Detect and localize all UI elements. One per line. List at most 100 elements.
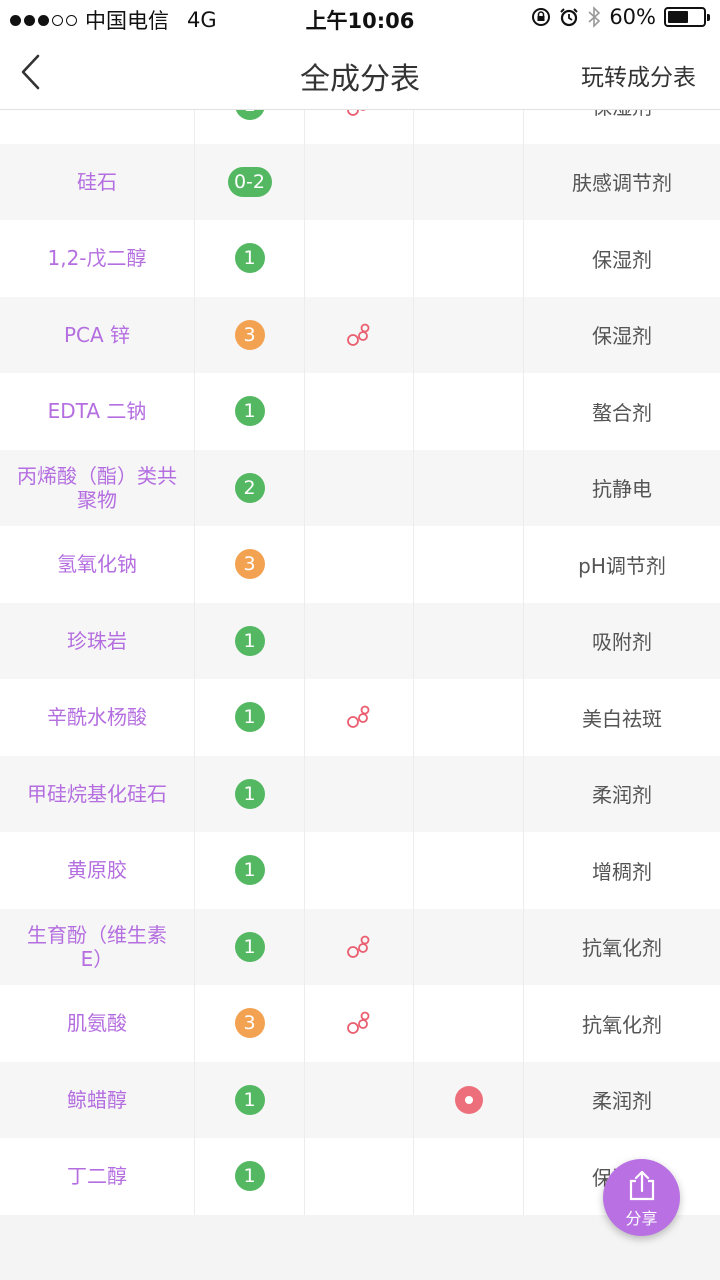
ingredient-name[interactable]: 甲硅烷基化硅石: [0, 755, 195, 832]
acne-risk-cell: [305, 373, 414, 450]
table-row[interactable]: 辛酰水杨酸 1 美白祛斑: [0, 679, 720, 756]
ingredient-use: 保湿剂: [592, 247, 652, 272]
risk-cell: [414, 832, 524, 909]
safety-score-cell: 3: [195, 985, 305, 1062]
nav-bar: 全成分表 玩转成分表: [0, 36, 720, 110]
ingredient-use: 螯合剂: [592, 400, 652, 425]
safety-score-cell: 2: [195, 449, 305, 526]
ingredient-name[interactable]: 珍珠岩: [0, 602, 195, 679]
table-row[interactable]: 生育酚（维生素E） 1 抗氧化剂: [0, 908, 720, 985]
ingredient-name[interactable]: 黄原胶: [0, 832, 195, 909]
ingredient-name[interactable]: 辛酰水杨酸: [0, 679, 195, 756]
ingredient-name[interactable]: 氢氧化钠: [0, 526, 195, 603]
acne-risk-icon: [347, 935, 370, 958]
safety-score-badge: 1: [234, 702, 265, 733]
battery-level: [668, 11, 689, 23]
safety-score-badge: 1: [234, 396, 265, 427]
acne-risk-cell: [305, 220, 414, 297]
status-right: 60%: [531, 5, 710, 29]
acne-risk-cell: [305, 526, 414, 603]
safety-score-badge: 1: [234, 625, 265, 656]
ingredient-use: 抗静电: [592, 477, 652, 502]
safety-score-badge: 3: [234, 319, 265, 350]
safety-score-cell: 3: [195, 296, 305, 373]
risk-cell: [414, 985, 524, 1062]
share-button[interactable]: 分享: [603, 1159, 680, 1236]
ingredient-use: 肤感调节剂: [572, 171, 672, 196]
share-label: 分享: [625, 1209, 658, 1228]
ingredient-use: 抗氧化剂: [582, 936, 662, 961]
acne-risk-cell: [305, 602, 414, 679]
rotation-lock-icon: [532, 8, 551, 26]
bluetooth-icon: [588, 6, 601, 28]
acne-risk-icon: [347, 705, 370, 729]
safety-score-badge: 1: [234, 778, 265, 809]
ingredient-name[interactable]: PCA 锌: [0, 296, 195, 373]
safety-score-cell: 1: [195, 1061, 305, 1138]
safety-score-cell: 0-2: [195, 143, 305, 220]
ingredient-name[interactable]: 生育酚（维生素E）: [0, 908, 195, 985]
ingredient-name[interactable]: EDTA 二钠: [0, 373, 195, 450]
ingredient-use: 增稠剂: [592, 859, 652, 884]
share-icon: [629, 1170, 655, 1201]
table-row[interactable]: PCA 锌 3 保湿剂: [0, 296, 720, 373]
acne-risk-cell: [305, 296, 414, 373]
safety-score-badge: 1: [234, 855, 265, 886]
table-row[interactable]: 鲸蜡醇 1 柔润剂: [0, 1061, 720, 1138]
safety-score-badge: 1: [234, 931, 265, 962]
ingredient-name[interactable]: 鲸蜡醇: [0, 1061, 195, 1138]
risk-cell: [414, 602, 524, 679]
safety-score-cell: 1: [195, 602, 305, 679]
table-row[interactable]: 1,2-戊二醇 1 保湿剂: [0, 220, 720, 297]
guide-link[interactable]: 玩转成分表: [581, 58, 696, 92]
table-row[interactable]: 甲硅烷基化硅石 1 柔润剂: [0, 755, 720, 832]
table-row[interactable]: 肌氨酸 3 抗氧化剂: [0, 985, 720, 1062]
ingredient-use: 吸附剂: [592, 630, 652, 655]
ingredient-name[interactable]: 肌氨酸: [0, 985, 195, 1062]
table-row[interactable]: 氢氧化钠 3 pH调节剂: [0, 526, 720, 603]
safety-score-cell: 3: [195, 526, 305, 603]
ingredient-use: 美白祛斑: [582, 706, 662, 731]
risk-cell: [414, 296, 524, 373]
ingredient-use: 柔润剂: [592, 783, 652, 808]
table-row[interactable]: 黄原胶 1 增稠剂: [0, 832, 720, 909]
safety-score-badge: 3: [234, 1008, 265, 1039]
risk-cell: [414, 1061, 524, 1138]
safety-score-cell: 1: [195, 220, 305, 297]
acne-risk-cell: [305, 985, 414, 1062]
acne-risk-icon: [347, 323, 370, 346]
risk-cell: [414, 755, 524, 832]
risk-cell: [414, 679, 524, 756]
safety-score-cell: 1: [195, 373, 305, 450]
safety-score-badge: 0-2: [227, 166, 272, 197]
safety-score-badge: 1: [234, 1084, 265, 1115]
ingredient-name[interactable]: 丙烯酸（酯）类共聚物: [0, 449, 195, 526]
safety-score-cell: 1: [195, 832, 305, 909]
acne-risk-cell: [305, 1138, 414, 1215]
risk-cell: [414, 908, 524, 985]
acne-risk-cell: [305, 679, 414, 756]
risk-cell: [414, 526, 524, 603]
ingredient-name[interactable]: 硅石: [0, 143, 195, 220]
ingredient-table: 1保湿剂硅石0-2肤感调节剂1,2-戊二醇1保湿剂PCA 锌3保湿剂EDTA 二…: [0, 67, 720, 1215]
acne-risk-cell: [305, 1061, 414, 1138]
acne-risk-icon: [347, 1011, 370, 1035]
acne-risk-cell: [305, 908, 414, 985]
alarm-icon: [560, 8, 579, 27]
battery-percent: 60%: [609, 5, 656, 29]
ingredient-name[interactable]: 丁二醇: [0, 1138, 195, 1215]
risk-cell: [414, 373, 524, 450]
table-row[interactable]: EDTA 二钠 1 螯合剂: [0, 373, 720, 450]
table-row[interactable]: 珍珠岩 1 吸附剂: [0, 602, 720, 679]
safety-score-badge: 2: [234, 472, 265, 503]
safety-score-badge: 1: [234, 1161, 265, 1192]
acne-risk-cell: [305, 755, 414, 832]
ingredient-name[interactable]: 1,2-戊二醇: [0, 220, 195, 297]
battery-icon: [664, 7, 710, 27]
table-row[interactable]: 硅石 0-2 肤感调节剂: [0, 143, 720, 220]
acne-risk-cell: [305, 832, 414, 909]
safety-score-cell: 1: [195, 755, 305, 832]
table-row[interactable]: 丙烯酸（酯）类共聚物 2 抗静电: [0, 449, 720, 526]
ingredient-use: 保湿剂: [592, 324, 652, 349]
safety-score-badge: 3: [234, 549, 265, 580]
